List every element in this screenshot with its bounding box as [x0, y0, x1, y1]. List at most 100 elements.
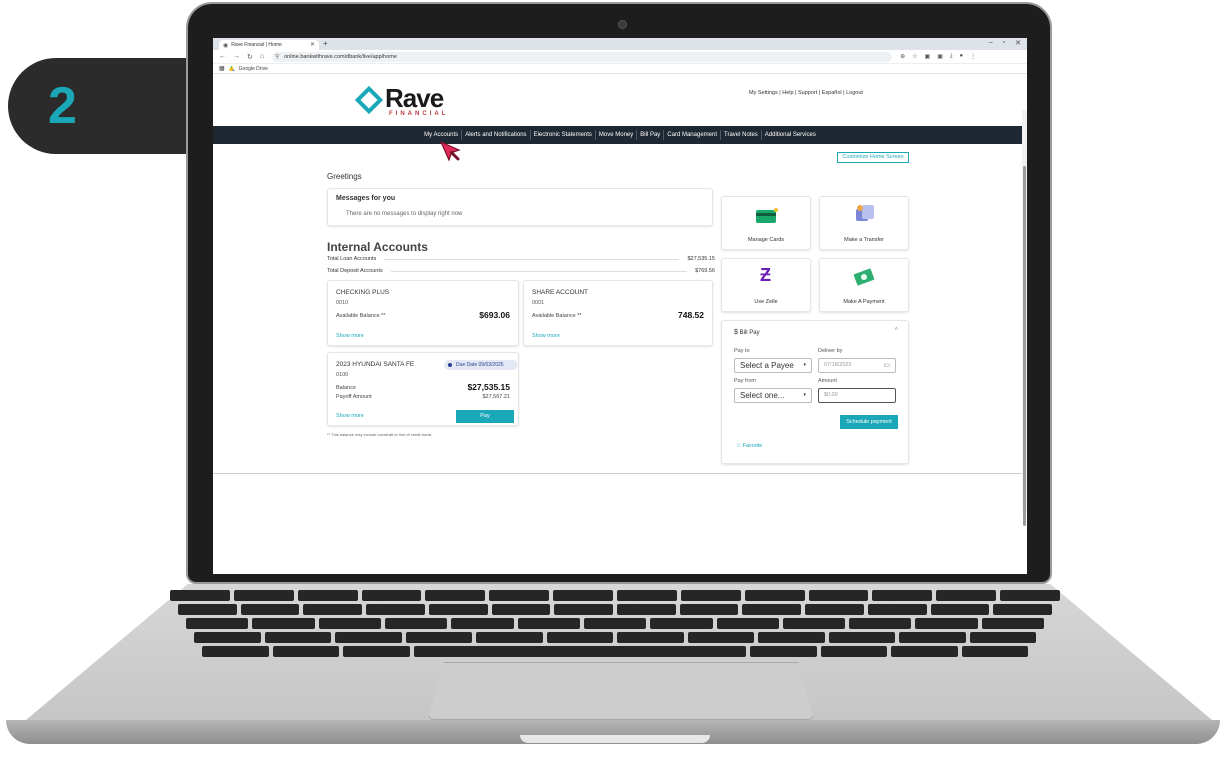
camera-icon: [618, 20, 627, 29]
account-number: 0001: [532, 300, 545, 306]
amount-placeholder: $0.00: [824, 392, 838, 398]
customize-home-button[interactable]: Customize Home Screen: [837, 152, 909, 163]
laptop-notch: [520, 735, 710, 743]
bookmark-google-drive[interactable]: Google Drive: [239, 66, 268, 72]
messages-card: Messages for you There are no messages t…: [327, 188, 713, 226]
tile-label: Make a Transfer: [844, 237, 884, 243]
key-row: [186, 618, 1045, 629]
pay-from-select[interactable]: Select one... ▾: [734, 388, 812, 403]
messages-title: Messages for you: [336, 195, 396, 202]
payoff-amount: $27,567.21: [482, 394, 510, 400]
show-more-link[interactable]: Show more: [336, 413, 364, 419]
amount-label: Amount: [818, 378, 837, 384]
trackpad: [428, 662, 814, 720]
nav-travel-notes[interactable]: Travel Notes: [720, 130, 761, 140]
rave-logo[interactable]: Rave FINANCIAL: [354, 85, 445, 117]
deliver-by-value: 07/18/2025: [824, 362, 852, 368]
account-name: CHECKING PLUS: [336, 289, 390, 296]
tile-use-zelle[interactable]: Ƶ Use Zelle: [721, 258, 811, 312]
profile-icon[interactable]: ●: [960, 53, 964, 60]
tile-manage-cards[interactable]: Manage Cards: [721, 196, 811, 250]
globe-icon: ◉: [223, 42, 229, 49]
nav-my-accounts[interactable]: My Accounts: [421, 130, 461, 140]
new-tab-icon[interactable]: +: [323, 39, 328, 48]
deliver-by-field[interactable]: 07/18/2025 ▭: [818, 358, 896, 373]
available-balance-label: Available Balance **: [532, 313, 582, 319]
account-balance: 748.52: [678, 310, 704, 320]
google-drive-icon: [228, 65, 235, 71]
browser-tab[interactable]: ◉ Rave Financial | Home ✕: [219, 40, 319, 50]
collapse-icon[interactable]: ˄: [894, 327, 898, 333]
apps-icon[interactable]: ▦: [219, 65, 225, 72]
calendar-icon[interactable]: ▭: [883, 359, 890, 372]
minimize-icon[interactable]: –: [989, 39, 993, 47]
back-icon[interactable]: ←: [219, 53, 226, 61]
nav-alerts-notifications[interactable]: Alerts and Notifications: [461, 130, 529, 140]
nav-move-money[interactable]: Move Money: [594, 130, 636, 140]
logo-subtitle: FINANCIAL: [389, 111, 449, 117]
tile-make-payment[interactable]: Make A Payment: [819, 258, 909, 312]
loan-number: 0100: [336, 372, 349, 378]
web-page: Rave FINANCIAL My Settings | Help | Supp…: [213, 74, 1027, 574]
tile-make-transfer[interactable]: Make a Transfer: [819, 196, 909, 250]
screenshot-stage: 2 ◉ Rave Financial | Home ✕ + – ▫ ✕ ← → …: [0, 0, 1226, 757]
nav-electronic-statements[interactable]: Electronic Statements: [529, 130, 595, 140]
schedule-payment-button[interactable]: Schedule payment: [840, 415, 898, 429]
account-balance: $693.06: [479, 310, 510, 320]
pay-button[interactable]: Pay: [456, 410, 514, 423]
home-icon[interactable]: ⌂: [260, 53, 264, 61]
payee-select[interactable]: Select a Payee ▾: [734, 358, 812, 373]
close-icon[interactable]: ✕: [310, 41, 315, 48]
loan-card[interactable]: 2023 HYUNDAI SANTA FE Due Date 09/03/202…: [327, 352, 519, 426]
key-row: [194, 632, 1036, 643]
loan-balance: $27,535.15: [467, 382, 510, 392]
account-card-share[interactable]: SHARE ACCOUNT 0001 Available Balance ** …: [523, 280, 713, 346]
greetings-heading: Greetings: [327, 172, 362, 181]
site-info-icon[interactable]: ⚲: [275, 52, 279, 62]
keyboard: [170, 590, 1061, 660]
tile-label: Use Zelle: [754, 299, 778, 305]
amount-input[interactable]: $0.00: [818, 388, 896, 403]
deliver-by-label: Deliver by: [818, 348, 843, 354]
account-number: 0010: [336, 300, 349, 306]
top-links[interactable]: My Settings | Help | Support | Español |…: [749, 90, 863, 96]
star-icon[interactable]: ☆: [912, 53, 917, 60]
bill-pay-title-text: Bill Pay: [739, 330, 760, 336]
scroll-thumb[interactable]: [1023, 166, 1026, 526]
bill-pay-title: $ Bill Pay: [734, 329, 760, 336]
chevron-down-icon: ▾: [803, 392, 806, 398]
nav-bill-pay[interactable]: Bill Pay: [636, 130, 663, 140]
total-deposit-label: Total Deposit Accounts: [327, 268, 383, 274]
extension-icon[interactable]: ▣: [937, 53, 943, 60]
nav-buttons: ← → ↻ ⌂: [213, 53, 264, 61]
total-loan-label: Total Loan Accounts: [327, 256, 377, 262]
maximize-icon[interactable]: ▫: [1003, 39, 1005, 47]
key-row: [170, 590, 1061, 601]
menu-icon[interactable]: ⋮: [970, 53, 976, 60]
download-icon[interactable]: ⤓: [950, 53, 953, 60]
reload-icon[interactable]: ↻: [247, 53, 253, 61]
laptop-lid: ◉ Rave Financial | Home ✕ + – ▫ ✕ ← → ↻ …: [186, 2, 1052, 584]
account-card-checking[interactable]: CHECKING PLUS 0010 Available Balance ** …: [327, 280, 519, 346]
forward-icon[interactable]: →: [233, 53, 240, 61]
zoom-icon[interactable]: ⊕: [900, 53, 905, 60]
nav-card-management[interactable]: Card Management: [663, 130, 720, 140]
favorite-label: Favorite: [742, 443, 763, 449]
account-name: SHARE ACCOUNT: [532, 289, 588, 296]
star-outline-icon: ☆: [736, 443, 741, 449]
total-deposit-value: $769.56: [695, 268, 715, 274]
key-row: [202, 646, 1028, 657]
logo-diamond-icon: [354, 85, 384, 115]
internal-accounts-title: Internal Accounts: [327, 240, 428, 254]
url-field[interactable]: ⚲ online.bankwithrave.com/dbank/live/app…: [272, 51, 893, 62]
main-nav: My Accounts Alerts and Notifications Ele…: [213, 126, 1027, 144]
loan-name: 2023 HYUNDAI SANTA FE: [336, 361, 415, 368]
extension-icon[interactable]: ▣: [925, 53, 931, 60]
payoff-label: Payoff Amount: [336, 394, 372, 400]
show-more-link[interactable]: Show more: [336, 333, 364, 339]
nav-additional-services[interactable]: Additional Services: [760, 130, 819, 140]
show-more-link[interactable]: Show more: [532, 333, 560, 339]
favorite-link[interactable]: ☆ Favorite: [736, 443, 762, 449]
close-window-icon[interactable]: ✕: [1015, 39, 1021, 47]
page-scrollbar[interactable]: [1022, 110, 1027, 526]
